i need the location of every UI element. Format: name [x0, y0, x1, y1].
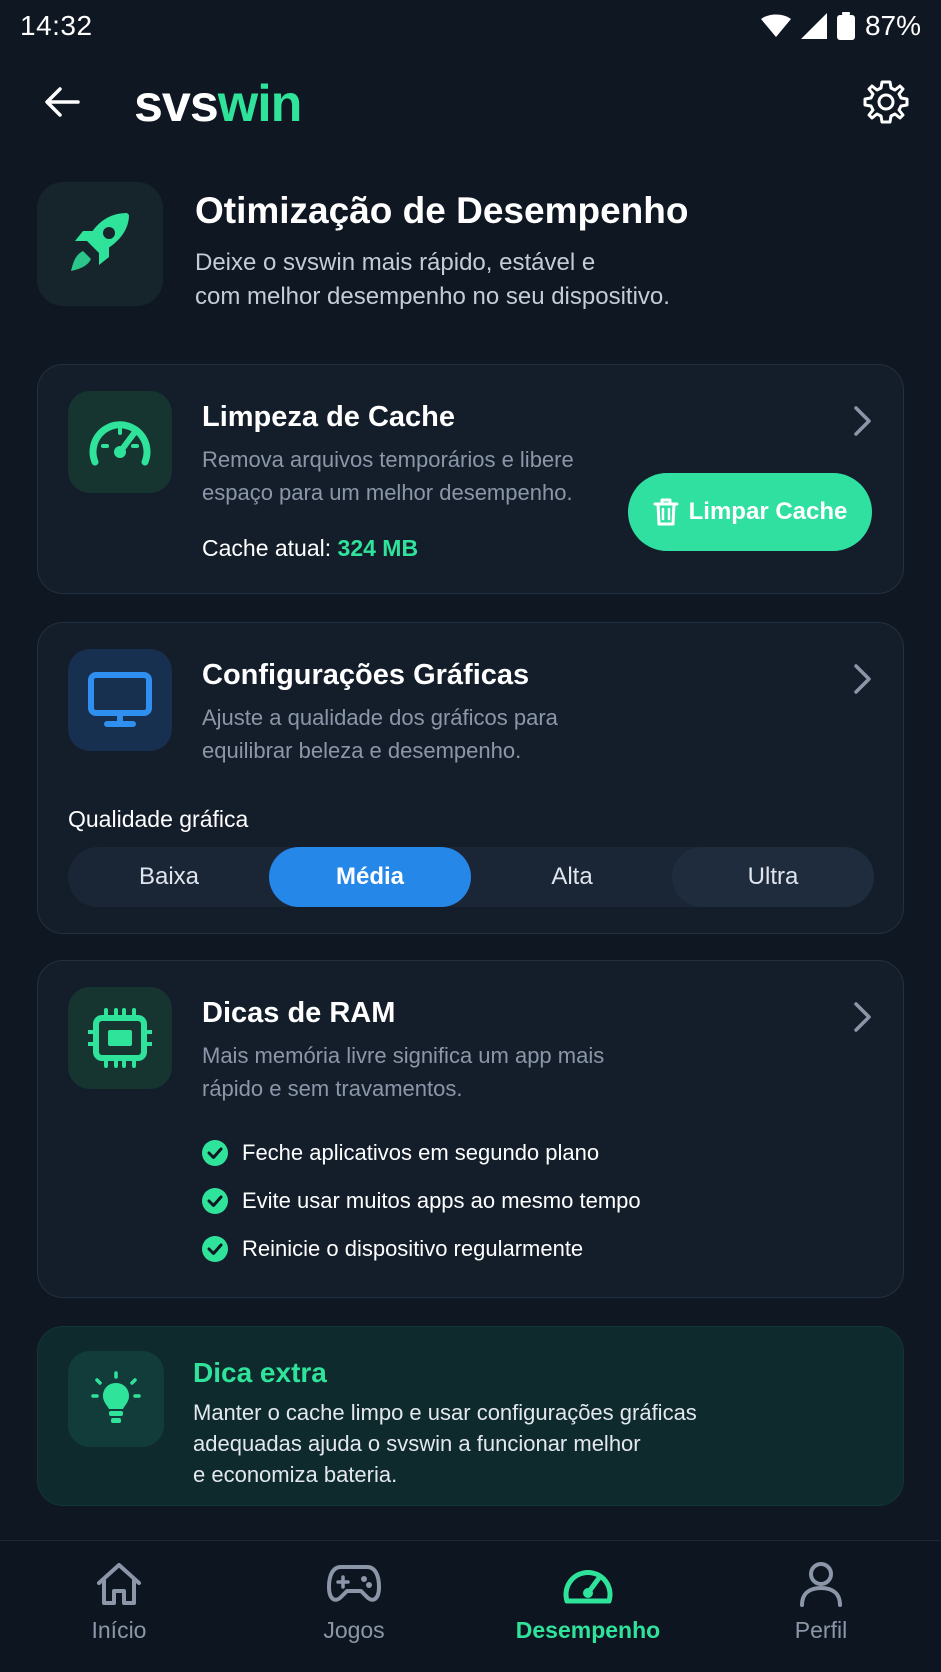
graphics-description-line: equilibrar beleza e desempenho.	[202, 738, 522, 763]
lightbulb-icon	[91, 1371, 141, 1423]
clear-cache-button[interactable]: Limpar Cache	[628, 473, 872, 551]
list-item: Evite usar muitos apps ao mesmo tempo	[202, 1177, 641, 1225]
ram-description-line: rápido e sem travamentos.	[202, 1076, 463, 1101]
tip-text: Feche aplicativos em segundo plano	[242, 1140, 600, 1165]
logo-text-green: win	[217, 75, 303, 133]
graphics-title: Configurações Gráficas	[202, 659, 530, 691]
hero-section: Otimização de Desempenho Deixe o svswin …	[37, 182, 907, 322]
chevron-right-icon[interactable]	[847, 661, 877, 697]
wifi-icon	[760, 14, 791, 37]
ram-icon-box	[68, 987, 172, 1089]
status-time: 14:32	[20, 10, 93, 41]
ram-tips-list: Feche aplicativos em segundo plano Evite…	[202, 1129, 641, 1273]
cache-current-value: 324 MB	[337, 535, 419, 561]
nav-label: Perfil	[794, 1617, 848, 1643]
graphics-icon-box	[68, 649, 172, 751]
tip-text: Reinicie o dispositivo regularmente	[242, 1236, 584, 1261]
cache-title: Limpeza de Cache	[202, 401, 456, 433]
graphics-card[interactable]: Configurações Gráficas Ajuste a qualidad…	[37, 622, 904, 934]
cache-description-line: espaço para um melhor desempenho.	[202, 480, 573, 505]
battery-percent: 87%	[864, 10, 921, 41]
quality-option-low[interactable]: Baixa	[68, 847, 270, 907]
user-icon	[800, 1562, 842, 1607]
nav-item-home[interactable]: Início	[19, 1561, 219, 1661]
cache-current-label: Cache atual:	[202, 535, 332, 561]
quality-label: Qualidade gráfica	[68, 806, 249, 832]
list-item: Reinicie o dispositivo regularmente	[202, 1225, 641, 1273]
ram-card[interactable]: Dicas de RAM Mais memória livre signific…	[37, 960, 904, 1298]
list-item: Feche aplicativos em segundo plano	[202, 1129, 641, 1177]
app-logo: svswin	[134, 74, 303, 134]
quality-option-medium[interactable]: Média	[269, 847, 471, 907]
extra-tip-line: Manter o cache limpo e usar configuraçõe…	[193, 1400, 697, 1425]
quality-option-ultra[interactable]: Ultra	[672, 847, 874, 907]
cache-description: Remova arquivos temporários e libere esp…	[202, 443, 632, 509]
tip-text: Evite usar muitos apps ao mesmo tempo	[242, 1188, 641, 1213]
graphics-description: Ajuste a qualidade dos gráficos para equ…	[202, 701, 632, 767]
check-circle-icon	[202, 1140, 228, 1166]
cache-current: Cache atual: 324 MB	[202, 535, 418, 562]
speedometer-icon	[563, 1569, 613, 1604]
page-title: Otimização de Desempenho	[195, 190, 689, 231]
app-header: svswin	[0, 62, 941, 142]
gear-icon[interactable]	[862, 78, 910, 126]
page-subtitle-line: com melhor desempenho no seu dispositivo…	[195, 283, 670, 310]
back-arrow-icon[interactable]	[40, 80, 84, 124]
battery-icon	[836, 12, 855, 40]
extra-tip-card: Dica extra Manter o cache limpo e usar c…	[37, 1326, 904, 1506]
chip-icon	[88, 1008, 152, 1068]
nav-label: Desempenho	[515, 1617, 661, 1643]
status-icons: 87%	[760, 10, 921, 42]
trash-icon	[653, 498, 679, 526]
extra-tip-line: e economiza bateria.	[193, 1462, 398, 1487]
chevron-right-icon[interactable]	[847, 999, 877, 1035]
rocket-icon	[71, 213, 129, 271]
cache-card[interactable]: Limpeza de Cache Remova arquivos temporá…	[37, 364, 904, 594]
status-bar: 14:32 87%	[0, 0, 941, 52]
check-circle-icon	[202, 1236, 228, 1262]
nav-item-performance[interactable]: Desempenho	[488, 1561, 688, 1661]
page-subtitle: Deixe o svswin mais rápido, estável e co…	[195, 246, 815, 314]
cache-description-line: Remova arquivos temporários e libere	[202, 447, 574, 472]
nav-label: Jogos	[323, 1617, 385, 1643]
hero-icon-box	[37, 182, 163, 306]
extra-tip-title: Dica extra	[193, 1357, 327, 1388]
page-subtitle-line: Deixe o svswin mais rápido, estável e	[195, 249, 596, 276]
graphics-description-line: Ajuste a qualidade dos gráficos para	[202, 705, 558, 730]
ram-description: Mais memória livre significa um app mais…	[202, 1039, 672, 1105]
extra-tip-description: Manter o cache limpo e usar configuraçõe…	[193, 1397, 753, 1490]
logo-text-white: svs	[134, 75, 219, 133]
ram-title: Dicas de RAM	[202, 997, 396, 1029]
quality-selector: Baixa Média Alta Ultra	[68, 847, 874, 907]
nav-label: Início	[91, 1617, 147, 1643]
cache-icon-box	[68, 391, 172, 493]
extra-tip-line: adequadas ajuda o svswin a funcionar mel…	[193, 1431, 641, 1456]
chevron-right-icon[interactable]	[847, 403, 877, 439]
signal-icon	[800, 13, 827, 39]
speedometer-icon	[89, 421, 151, 466]
nav-item-games[interactable]: Jogos	[254, 1561, 454, 1661]
bottom-nav: Início Jogos Desempenho Perfil	[0, 1540, 941, 1672]
home-icon	[97, 1563, 141, 1605]
ram-description-line: Mais memória livre significa um app mais	[202, 1043, 605, 1068]
monitor-icon	[88, 672, 152, 727]
extra-icon-box	[68, 1351, 164, 1447]
quality-option-high[interactable]: Alta	[471, 847, 673, 907]
gamepad-icon	[327, 1565, 381, 1602]
check-circle-icon	[202, 1188, 228, 1214]
clear-cache-label: Limpar Cache	[688, 498, 848, 525]
nav-item-profile[interactable]: Perfil	[721, 1561, 921, 1661]
